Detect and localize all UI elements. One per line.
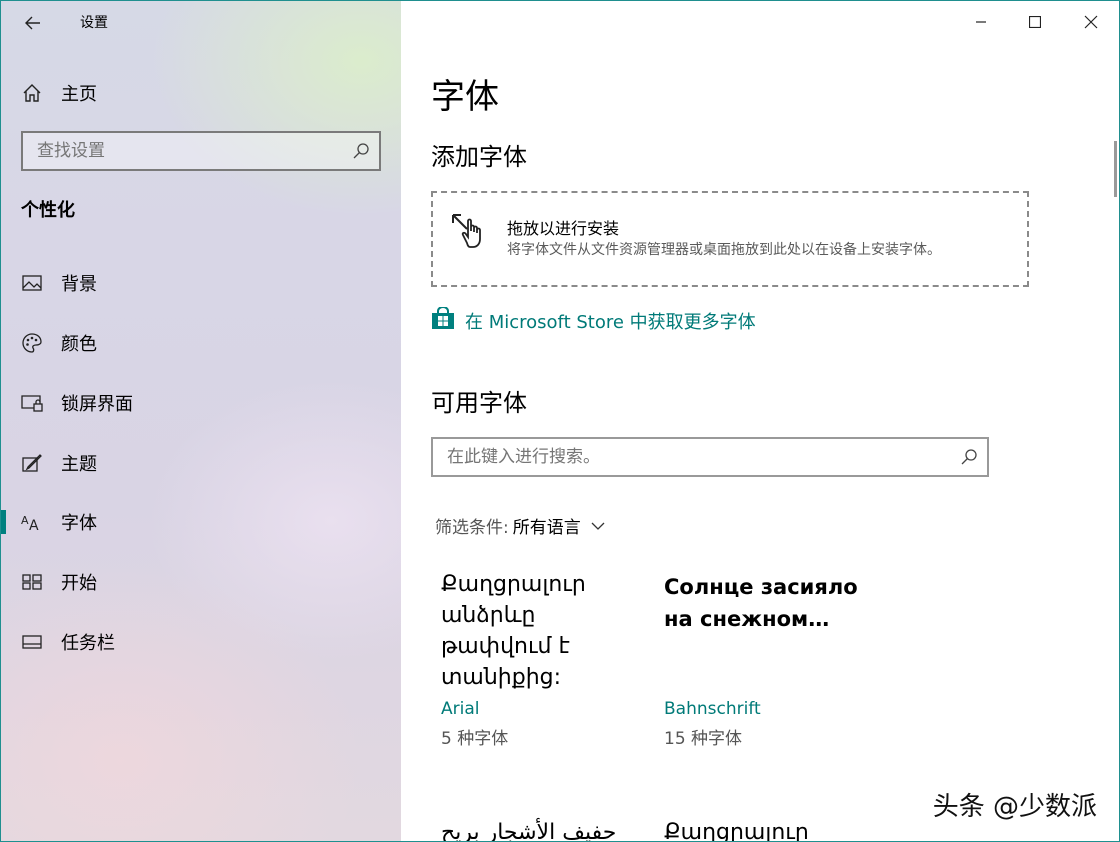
sidebar-item-fonts[interactable]: AA 字体 [1,502,401,542]
maximize-button[interactable] [1015,7,1055,37]
sidebar-item-label: 任务栏 [61,633,115,654]
font-sample-text: حفيف الأشجار بريح [441,820,617,842]
sidebar-item-taskbar[interactable]: 任务栏 [1,622,401,662]
sidebar-item-lock-screen[interactable]: 锁屏界面 [1,383,401,423]
font-count: 5 种字体 [441,729,509,749]
font-name: Bahnschrift [664,699,761,719]
watermark: 头条 @少数派 [932,792,1097,822]
back-arrow-icon [25,16,40,30]
search-icon[interactable] [351,141,371,165]
settings-search-input[interactable] [37,141,337,161]
main-content: 字体 添加字体 拖放以进行安装 将字体文件从文件资源管理器或桌面拖放到此处以在设… [401,1,1119,842]
font-count: 15 种字体 [664,729,743,749]
svg-text:A: A [21,514,29,527]
drop-zone-title: 拖放以进行安装 [507,219,620,238]
lock-screen-icon [21,392,43,414]
close-button[interactable] [1071,7,1111,37]
taskbar-icon [21,631,43,653]
font-drop-zone[interactable]: 拖放以进行安装 将字体文件从文件资源管理器或桌面拖放到此处以在设备上安装字体。 [431,191,1029,287]
font-card-arabic[interactable]: حفيف الأشجار بريح [441,817,651,842]
store-link-label: 在 Microsoft Store 中获取更多字体 [465,311,756,333]
start-icon [21,571,43,593]
font-card-bahnschrift[interactable]: Солнце засияло на снежном… Bahnschrift 1… [664,571,874,751]
sidebar-item-label: 背景 [61,274,97,295]
back-button[interactable] [19,9,47,37]
font-sample-text: Солнце засияло на снежном… [664,575,858,631]
font-search-input[interactable] [447,447,937,467]
settings-window: 设置 主页 个性化 背景 颜色 [0,0,1120,842]
sidebar-item-label: 主页 [61,84,97,105]
sidebar-item-label: 颜色 [61,334,97,355]
font-name: Arial [441,699,480,719]
minimize-button[interactable] [961,7,1001,37]
drop-zone-subtitle: 将字体文件从文件资源管理器或桌面拖放到此处以在设备上安装字体。 [507,242,941,258]
available-fonts-heading: 可用字体 [431,389,527,417]
search-icon[interactable] [959,447,979,471]
sidebar-item-home[interactable]: 主页 [1,73,401,113]
font-sample-text: Քաղցրալուր անձրևը թափվում է տանիքից: [441,572,586,690]
home-icon [21,82,43,104]
settings-search-box[interactable] [21,131,381,171]
add-fonts-heading: 添加字体 [431,143,527,171]
sidebar-item-background[interactable]: 背景 [1,263,401,303]
svg-text:A: A [29,518,39,531]
section-title: 个性化 [21,200,75,221]
microsoft-store-link[interactable]: 在 Microsoft Store 中获取更多字体 [431,306,756,334]
sidebar-item-colors[interactable]: 颜色 [1,323,401,363]
language-filter[interactable]: 筛选条件: 所有语言 [435,513,605,538]
filter-label: 筛选条件: [435,518,509,538]
picture-icon [21,272,43,294]
font-sample-text: Քաղցրալուր [664,820,809,842]
sidebar-item-label: 锁屏界面 [61,394,133,415]
sidebar: 设置 主页 个性化 背景 颜色 [1,1,401,841]
store-bag-icon [431,306,455,334]
minimize-icon [976,21,986,23]
sidebar-item-label: 开始 [61,573,97,594]
page-title: 字体 [431,77,499,117]
font-icon: AA [21,511,43,533]
app-title: 设置 [80,15,108,31]
filter-value: 所有语言 [512,518,581,538]
sidebar-item-start[interactable]: 开始 [1,562,401,602]
chevron-down-icon [591,516,605,536]
sidebar-item-themes[interactable]: 主题 [1,443,401,483]
font-search-box[interactable] [431,437,989,477]
sidebar-item-label: 主题 [61,454,97,475]
drag-hand-icon [449,211,491,255]
sidebar-item-label: 字体 [61,513,97,534]
scrollbar[interactable] [1114,141,1117,197]
maximize-icon [1029,16,1041,28]
palette-icon [21,332,43,354]
close-icon [1084,15,1098,29]
theme-icon [21,452,43,474]
font-card-armenian[interactable]: Քաղցրալուր [664,817,874,842]
font-card-arial[interactable]: Քաղցրալուր անձրևը թափվում է տանիքից: Ari… [441,569,651,749]
